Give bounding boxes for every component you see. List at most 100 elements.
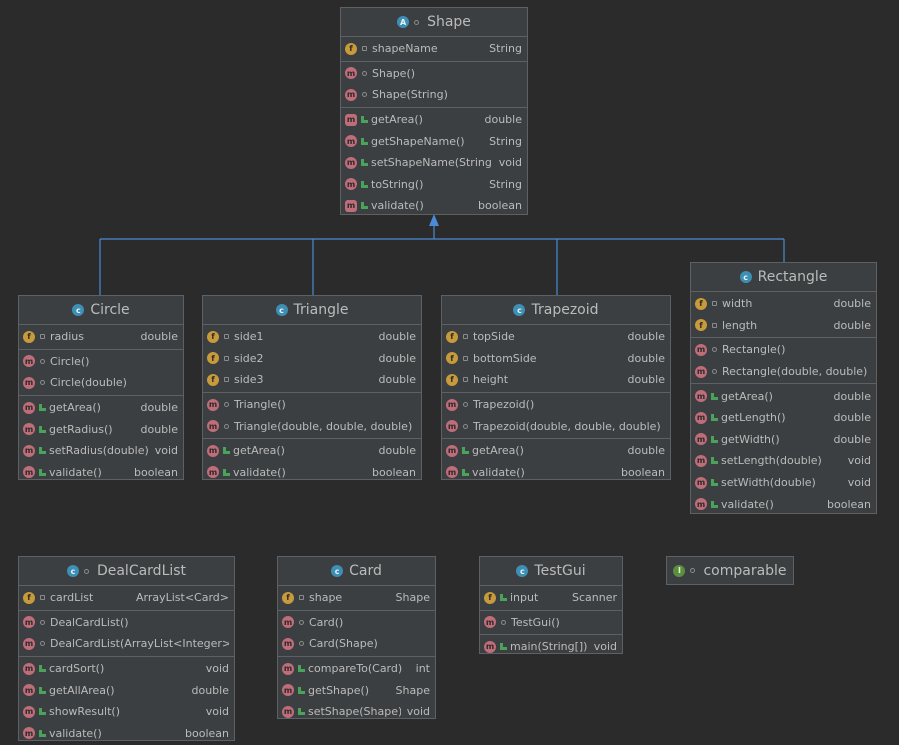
- member-row[interactable]: f width double: [691, 293, 876, 315]
- circle-header[interactable]: c Circle: [19, 296, 183, 325]
- member-row[interactable]: m toString() String: [341, 174, 527, 196]
- member-row[interactable]: m Shape(String): [341, 84, 527, 106]
- member-row[interactable]: m TestGui(): [480, 612, 622, 634]
- member-row[interactable]: f shapeName String: [341, 38, 527, 60]
- class-shape[interactable]: A Shape f shapeName String m Shape() m Shape…: [340, 7, 528, 215]
- member-row[interactable]: m setShape(Shape) void: [278, 701, 435, 718]
- member-row[interactable]: m DealCardList(): [19, 612, 234, 634]
- member-row[interactable]: f radius double: [19, 326, 183, 348]
- member-row[interactable]: m Circle(double): [19, 372, 183, 394]
- member-row[interactable]: m cardSort() void: [19, 658, 234, 680]
- member-row[interactable]: m getLength() double: [691, 407, 876, 429]
- dealcardlist-header[interactable]: c DealCardList: [19, 557, 234, 586]
- member-row[interactable]: m getArea() double: [19, 397, 183, 419]
- method-icon: m: [23, 727, 35, 740]
- public-icon: [39, 447, 46, 455]
- trapezoid-header[interactable]: c Trapezoid: [442, 296, 670, 325]
- member-name: bottomSide: [473, 351, 537, 365]
- testgui-header[interactable]: c TestGui: [480, 557, 622, 586]
- member-name: TestGui(): [511, 615, 560, 629]
- class-card[interactable]: c Card f shape Shape m Card() m Card(Shape) …: [277, 556, 436, 719]
- class-icon: c: [275, 304, 288, 316]
- class-triangle[interactable]: c Triangle f side1 double f side2 double f si…: [202, 295, 422, 480]
- member-row[interactable]: m Circle(): [19, 351, 183, 373]
- constructors-section: m Rectangle() m Rectangle(double, double): [691, 338, 876, 385]
- member-row[interactable]: m getArea() double: [203, 440, 421, 462]
- public-icon: [298, 708, 305, 716]
- private-icon: [712, 301, 717, 307]
- member-type: void: [154, 444, 178, 458]
- member-row[interactable]: m getShape() Shape: [278, 679, 435, 701]
- constructors-section: m Triangle() m Triangle(double, double, do…: [203, 393, 421, 439]
- member-row[interactable]: m validate() boolean: [19, 723, 234, 740]
- member-row[interactable]: f length double: [691, 315, 876, 337]
- member-row[interactable]: m getAllArea() double: [19, 679, 234, 701]
- member-row[interactable]: m DealCardList(ArrayList<Integer>): [19, 633, 234, 655]
- member-row[interactable]: m getArea() double: [691, 385, 876, 407]
- member-name: validate(): [721, 497, 774, 511]
- member-name: cardSort(): [49, 662, 105, 676]
- member-row[interactable]: m compareTo(Card) int: [278, 658, 435, 680]
- member-row[interactable]: m setWidth(double) void: [691, 472, 876, 494]
- member-row[interactable]: f height double: [442, 369, 670, 391]
- member-row[interactable]: m validate() boolean: [19, 462, 183, 479]
- member-name: getArea(): [472, 444, 524, 458]
- member-type: String: [489, 42, 522, 56]
- member-row[interactable]: m Rectangle(): [691, 339, 876, 361]
- public-icon: [298, 665, 305, 673]
- class-trapezoid[interactable]: c Trapezoid f topSide double f bottomSide do…: [441, 295, 671, 480]
- package-visibility-icon: [224, 402, 229, 408]
- member-row[interactable]: m setLength(double) void: [691, 450, 876, 472]
- member-row[interactable]: m validate() boolean: [442, 462, 670, 479]
- member-name: getLength(): [721, 411, 786, 425]
- member-row[interactable]: m validate() boolean: [341, 195, 527, 214]
- public-icon: [361, 137, 368, 145]
- member-name: getShapeName(): [371, 134, 465, 148]
- member-row[interactable]: f side1 double: [203, 326, 421, 348]
- shape-header[interactable]: A Shape: [341, 8, 527, 37]
- member-row[interactable]: m showResult() void: [19, 701, 234, 723]
- interface-comparable[interactable]: I comparable: [666, 556, 794, 585]
- public-icon: [39, 686, 46, 694]
- member-row[interactable]: m Shape(): [341, 63, 527, 85]
- method-icon: m: [695, 343, 707, 356]
- member-row[interactable]: m validate() boolean: [203, 462, 421, 479]
- comparable-header[interactable]: I comparable: [667, 557, 793, 584]
- member-row[interactable]: m Trapezoid(double, double, double): [442, 415, 670, 437]
- rectangle-header[interactable]: c Rectangle: [691, 263, 876, 292]
- class-rectangle[interactable]: c Rectangle f width double f length double m…: [690, 262, 877, 514]
- member-name: getAllArea(): [49, 683, 115, 697]
- class-icon: c: [66, 565, 79, 577]
- member-row[interactable]: f cardList ArrayList<Card>: [19, 587, 234, 609]
- method-icon: m: [282, 684, 294, 697]
- member-row[interactable]: m validate() boolean: [691, 493, 876, 513]
- member-row[interactable]: f input Scanner: [480, 587, 622, 609]
- member-row[interactable]: m getShapeName() String: [341, 130, 527, 152]
- class-testgui[interactable]: c TestGui f input Scanner m TestGui() m main…: [479, 556, 623, 654]
- member-row[interactable]: m main(String[]) void: [480, 636, 622, 653]
- member-row[interactable]: f topSide double: [442, 326, 670, 348]
- member-row[interactable]: f bottomSide double: [442, 348, 670, 370]
- package-visibility-icon: [40, 619, 45, 625]
- triangle-header[interactable]: c Triangle: [203, 296, 421, 325]
- member-row[interactable]: m Card(Shape): [278, 633, 435, 655]
- member-row[interactable]: m Card(): [278, 612, 435, 634]
- member-row[interactable]: m Rectangle(double, double): [691, 361, 876, 383]
- member-row[interactable]: m setShapeName(String) void: [341, 152, 527, 174]
- member-name: showResult(): [49, 705, 121, 719]
- member-row[interactable]: f side3 double: [203, 369, 421, 391]
- member-row[interactable]: m getWidth() double: [691, 429, 876, 451]
- member-row[interactable]: m setRadius(double) void: [19, 440, 183, 462]
- fields-section: f side1 double f side2 double f side3 double: [203, 325, 421, 393]
- member-row[interactable]: m Trapezoid(): [442, 394, 670, 416]
- member-row[interactable]: m getRadius() double: [19, 418, 183, 440]
- member-row[interactable]: f side2 double: [203, 348, 421, 370]
- class-dealcardlist[interactable]: c DealCardList f cardList ArrayList<Card> …: [18, 556, 235, 741]
- member-row[interactable]: m getArea() double: [341, 109, 527, 131]
- member-row[interactable]: m Triangle(double, double, double): [203, 415, 421, 437]
- member-row[interactable]: m Triangle(): [203, 394, 421, 416]
- member-row[interactable]: m getArea() double: [442, 440, 670, 462]
- card-header[interactable]: c Card: [278, 557, 435, 586]
- class-circle[interactable]: c Circle f radius double m Circle() m Circle…: [18, 295, 184, 480]
- member-row[interactable]: f shape Shape: [278, 587, 435, 609]
